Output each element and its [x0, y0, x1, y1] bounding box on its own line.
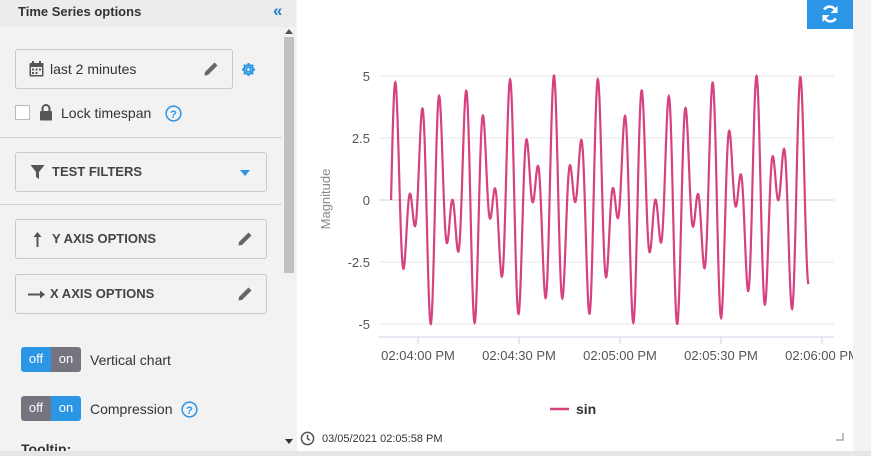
y-tick-label: 0	[363, 193, 370, 208]
x-axis-options-button[interactable]: X AXIS OPTIONS	[15, 274, 267, 314]
divider	[0, 204, 282, 205]
vertical-chart-toggle[interactable]: off on	[21, 347, 81, 372]
arrow-up-icon	[33, 232, 42, 247]
x-tick-label: 02:04:30 PM	[482, 348, 556, 363]
scroll-up-icon[interactable]	[285, 29, 293, 34]
compression-toggle[interactable]: off on	[21, 396, 81, 421]
edit-x-axis-icon[interactable]	[237, 285, 254, 302]
help-icon[interactable]: ?	[165, 105, 182, 122]
svg-text:?: ?	[186, 405, 193, 417]
chart-footer: 03/05/2021 02:05:58 PM	[297, 430, 853, 451]
y-axis-options-button[interactable]: Y AXIS OPTIONS	[15, 219, 267, 259]
x-tick-label: 02:05:00 PM	[583, 348, 657, 363]
edit-timerange-icon[interactable]	[203, 60, 220, 77]
toggle-off-segment[interactable]: off	[21, 347, 51, 372]
bottom-edge	[0, 451, 871, 456]
arrow-right-icon	[28, 290, 45, 299]
refresh-icon	[822, 5, 838, 23]
compression-label: Compression	[90, 401, 173, 417]
y-tick-label: -5	[358, 317, 370, 332]
tooltip-heading: Tooltip:	[21, 441, 72, 451]
test-filters-label: TEST FILTERS	[52, 164, 143, 179]
scroll-down-icon[interactable]	[285, 439, 293, 444]
test-filters-dropdown[interactable]: TEST FILTERS	[15, 152, 267, 192]
y-axis-options-label: Y AXIS OPTIONS	[52, 231, 157, 246]
last-updated-timestamp: 03/05/2021 02:05:58 PM	[322, 433, 443, 445]
sidebar-header: Time Series options «	[0, 0, 296, 27]
lock-timespan-label: Lock timespan	[61, 105, 152, 121]
filter-icon	[30, 165, 45, 179]
toggle-on-segment[interactable]: on	[51, 347, 81, 372]
divider	[0, 137, 282, 138]
calendar-icon	[29, 61, 44, 77]
x-axis-options-label: X AXIS OPTIONS	[50, 286, 155, 301]
y-tick-label: -2.5	[348, 255, 370, 270]
chevron-down-icon	[240, 170, 250, 176]
y-tick-label: 5	[363, 69, 370, 84]
help-icon[interactable]: ?	[181, 401, 198, 418]
x-tick-label: 02:04:00 PM	[381, 348, 455, 363]
refresh-button[interactable]	[807, 0, 853, 29]
toggle-on-segment[interactable]: on	[51, 396, 81, 421]
sidebar-title: Time Series options	[18, 4, 142, 19]
y-tick-label: 2.5	[352, 131, 370, 146]
tooltip-section: Tooltip:	[0, 436, 282, 451]
gear-icon[interactable]	[241, 62, 256, 77]
edit-y-axis-icon[interactable]	[237, 230, 254, 247]
y-axis-label: Magnitude	[318, 169, 333, 230]
sidebar-scrollbar[interactable]	[282, 27, 296, 452]
lock-timespan-checkbox[interactable]	[15, 105, 30, 120]
scrollbar-thumb[interactable]	[284, 37, 294, 273]
vertical-chart-label: Vertical chart	[90, 352, 171, 368]
clock-icon	[300, 431, 315, 446]
resize-handle-icon[interactable]	[836, 433, 844, 441]
time-series-chart: 5 2.5 0 -2.5 -5 02:04:00 PM 02:04:30 PM 02:05:…	[318, 69, 859, 417]
right-gutter	[853, 0, 871, 456]
timerange-value: last 2 minutes	[50, 61, 137, 77]
svg-text:?: ?	[170, 109, 177, 121]
legend-label-sin[interactable]: sin	[576, 401, 596, 417]
toggle-off-segment[interactable]: off	[21, 396, 51, 421]
lock-icon	[40, 104, 52, 121]
x-tick-label: 02:06:00 PM	[785, 348, 853, 363]
timerange-picker[interactable]: last 2 minutes	[15, 49, 233, 89]
x-tick-label: 02:05:30 PM	[684, 348, 758, 363]
collapse-sidebar-icon[interactable]: «	[273, 1, 282, 21]
chart-panel: 5 2.5 0 -2.5 -5 02:04:00 PM 02:04:30 PM 02:05:…	[297, 0, 859, 451]
options-sidebar: Time Series options « last 2 minutes Loc…	[0, 0, 296, 456]
